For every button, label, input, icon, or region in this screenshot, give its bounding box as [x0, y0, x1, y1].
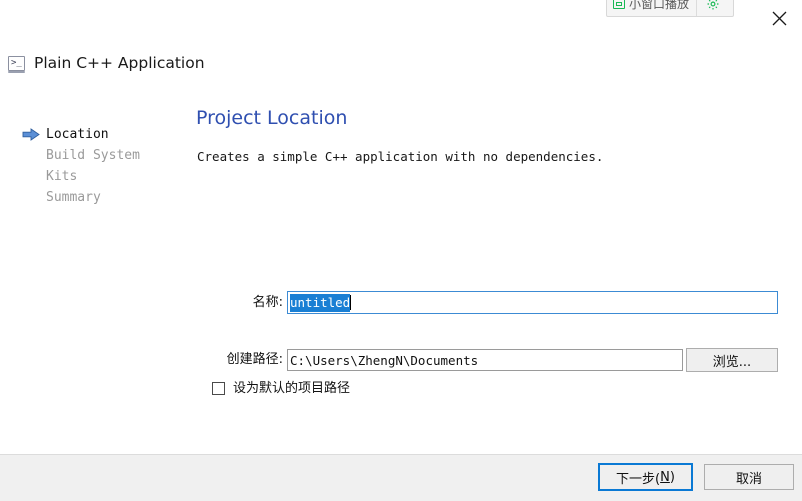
arrow-right-icon	[22, 128, 40, 141]
path-input[interactable]: C:\Users\ZhengN\Documents	[287, 349, 683, 371]
pip-overlay[interactable]: 小窗口播放	[606, 0, 734, 17]
small-window-icon	[613, 0, 625, 9]
name-input-value: untitled	[290, 293, 351, 312]
next-button-accelerator: N	[660, 469, 670, 485]
console-prompt-glyph: >_	[11, 58, 22, 69]
next-button[interactable]: 下一步(N)	[598, 463, 693, 491]
step-arrow-placeholder	[22, 170, 40, 183]
path-field-label: 创建路径:	[226, 352, 283, 367]
default-path-checkbox-label: 设为默认的项目路径	[233, 381, 351, 396]
wizard-step-label: Summary	[46, 190, 101, 205]
name-input[interactable]: untitled	[287, 291, 778, 314]
pane-title: Project Location	[196, 107, 348, 129]
gear-icon	[707, 0, 719, 10]
wizard-step-label: Kits	[46, 169, 78, 184]
pip-label: 小窗口播放	[629, 0, 690, 11]
wizard-step-list: Location Build System Kits Summary	[22, 124, 172, 208]
current-step-arrow-icon	[22, 128, 40, 141]
console-icon-base	[8, 71, 25, 74]
cancel-button[interactable]: 取消	[704, 464, 794, 490]
browse-button[interactable]: 浏览...	[686, 348, 778, 372]
next-button-label: 下一步(	[616, 471, 661, 487]
wizard-step-label: Location	[46, 127, 109, 142]
next-button-label-end: )	[669, 469, 675, 485]
default-path-checkbox-row[interactable]: 设为默认的项目路径	[212, 382, 350, 395]
text-caret	[350, 295, 352, 310]
console-icon: >_	[8, 56, 25, 74]
pane-description: Creates a simple C++ application with no…	[197, 149, 604, 164]
close-button[interactable]	[764, 4, 794, 33]
step-arrow-placeholder	[22, 149, 40, 162]
close-icon	[772, 11, 786, 26]
wizard-step-build-system[interactable]: Build System	[22, 145, 172, 166]
page-title: Plain C++ Application	[34, 54, 205, 72]
default-path-checkbox[interactable]	[212, 382, 225, 395]
wizard-step-summary[interactable]: Summary	[22, 187, 172, 208]
path-input-value: C:\Users\ZhengN\Documents	[290, 352, 479, 368]
wizard-step-location[interactable]: Location	[22, 124, 172, 145]
name-field-label: 名称:	[252, 295, 283, 310]
wizard-step-label: Build System	[46, 148, 140, 163]
pip-small-window-button[interactable]: 小窗口播放	[607, 0, 698, 16]
dialog-header: >_ Plain C++ Application	[8, 54, 205, 74]
wizard-step-kits[interactable]: Kits	[22, 166, 172, 187]
step-arrow-placeholder	[22, 191, 40, 204]
pip-settings-button[interactable]	[697, 0, 729, 16]
